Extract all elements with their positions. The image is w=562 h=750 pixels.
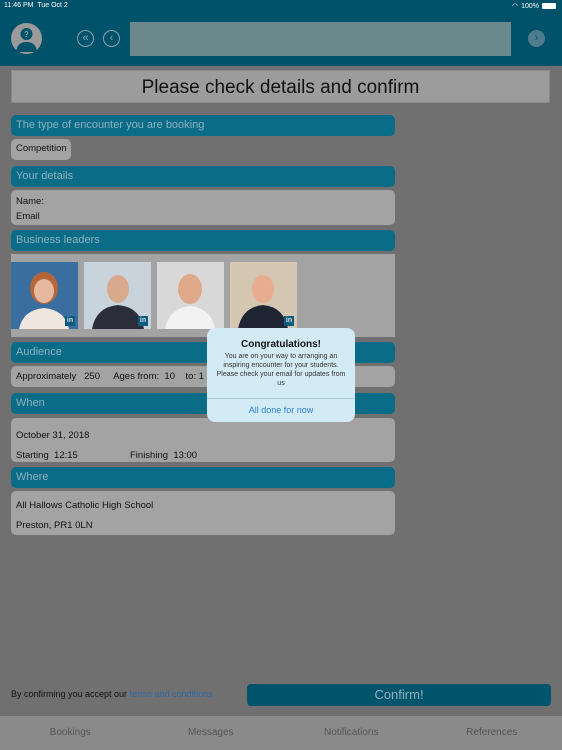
page-title: Please check details and confirm <box>11 70 550 103</box>
tab-bookings[interactable]: Bookings <box>0 716 141 750</box>
email-label: Email <box>16 211 40 222</box>
status-time: 11:46 PM Tue Oct 2 <box>4 2 68 9</box>
school-location: Preston, PR1 0LN <box>16 520 93 531</box>
linkedin-icon[interactable]: in <box>284 316 294 326</box>
leader-photo[interactable]: in <box>230 262 297 329</box>
name-label: Name: <box>16 196 44 207</box>
status-bar: 11:46 PM Tue Oct 2 ◠ 100% <box>0 0 562 14</box>
tab-bar: Bookings Messages Notifications Referenc… <box>0 716 562 750</box>
school-name: All Hallows Catholic High School <box>16 500 154 511</box>
tab-messages[interactable]: Messages <box>141 716 282 750</box>
wifi-icon: ◠ <box>511 3 519 10</box>
leader-photo[interactable]: in <box>84 262 151 329</box>
profile-avatar[interactable]: ? <box>11 23 42 54</box>
finish-time: 13:00 <box>173 450 198 461</box>
when-card: October 31, 2018 Starting 12:15 Finishing… <box>11 418 395 462</box>
event-date: October 31, 2018 <box>16 430 90 441</box>
section-header-where: Where <box>11 467 395 488</box>
user-help-icon: ? <box>16 28 37 52</box>
header-field[interactable] <box>130 22 511 56</box>
section-header-details: Your details <box>11 166 395 187</box>
ages-to: 1 <box>198 371 205 382</box>
battery-level: 100% <box>521 2 539 10</box>
linkedin-icon[interactable]: in <box>138 316 148 326</box>
audience-size: 250 <box>84 371 100 382</box>
tab-references[interactable]: References <box>422 716 562 750</box>
linkedin-icon[interactable]: in <box>65 316 75 326</box>
header: ? « ‹ › <box>0 14 562 66</box>
dialog-message: You are on your way to arranging an insp… <box>216 353 346 387</box>
leader-photo[interactable]: in <box>11 262 78 329</box>
ages-from: 10 <box>164 371 175 382</box>
encounter-type: Competition <box>11 139 71 160</box>
rewind-icon[interactable]: « <box>77 30 94 47</box>
dialog-title: Congratulations! <box>241 339 321 350</box>
leader-photo[interactable] <box>157 262 224 329</box>
leaders-photos: in in in <box>11 254 395 337</box>
battery-icon <box>542 3 556 9</box>
tab-notifications[interactable]: Notifications <box>281 716 422 750</box>
svg-text:?: ? <box>24 30 29 39</box>
section-header-encounter: The type of encounter you are booking <box>11 115 395 136</box>
where-card: All Hallows Catholic High School Preston… <box>11 491 395 535</box>
forward-icon[interactable]: › <box>528 30 545 47</box>
back-icon[interactable]: ‹ <box>103 30 120 47</box>
terms-link[interactable]: terms and conditions <box>130 689 213 699</box>
details-card: Name: Email <box>11 190 395 225</box>
section-header-leaders: Business leaders <box>11 230 395 251</box>
confirm-button[interactable]: Confirm! <box>247 684 551 706</box>
congratulations-dialog: Congratulations! You are on your way to … <box>207 328 355 422</box>
all-done-button[interactable]: All done for now <box>207 398 355 422</box>
start-time: 12:15 <box>54 450 78 461</box>
terms-notice: By confirming you accept our terms and c… <box>11 689 213 699</box>
